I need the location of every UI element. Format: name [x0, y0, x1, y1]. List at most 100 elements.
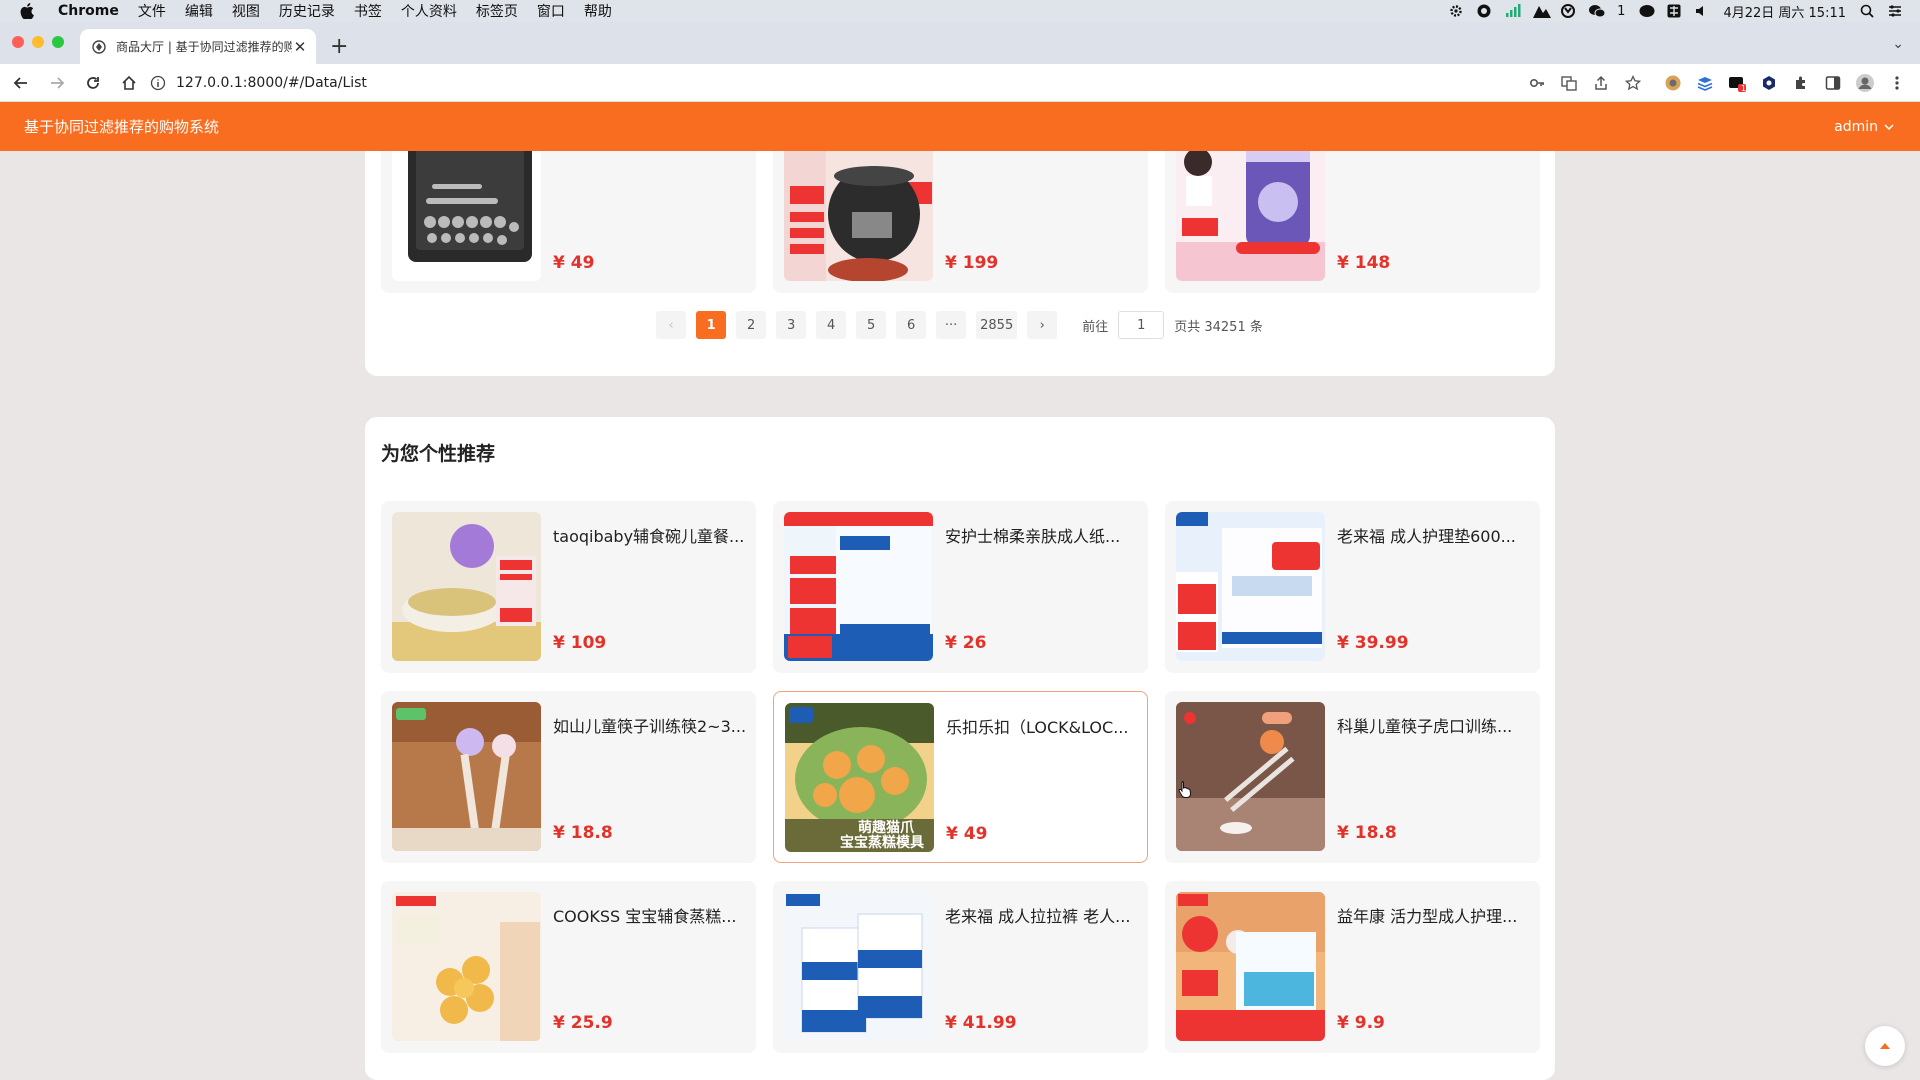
url-text[interactable]: 127.0.0.1:8000/#/Data/List: [176, 75, 367, 91]
recommend-card[interactable]: 老来福 成人拉拉裤 老人... ¥ 41.99: [773, 881, 1148, 1053]
input-method-icon[interactable]: [1667, 4, 1681, 18]
product-image[interactable]: [1176, 892, 1325, 1041]
side-panel-icon[interactable]: [1822, 72, 1844, 94]
product-image[interactable]: [784, 512, 933, 661]
product-name[interactable]: COOKSS 宝宝辅食蒸糕...: [553, 903, 748, 927]
recommend-card[interactable]: 安护士棉柔亲肤成人纸... ¥ 26: [773, 501, 1148, 673]
forward-icon[interactable]: [42, 68, 72, 98]
browser-tab[interactable]: 商品大厅 | 基于协同过滤推荐的购物系统 ✕: [80, 29, 316, 64]
product-name[interactable]: 如山儿童筷子训练筷2~3...: [553, 713, 748, 737]
menu-profiles[interactable]: 个人资料: [401, 1, 457, 21]
key-icon[interactable]: [1526, 72, 1548, 94]
product-image[interactable]: 萌趣猫爪 宝宝蒸糕模具: [785, 703, 934, 852]
product-name[interactable]: 益年康 活力型成人护理...: [1337, 903, 1532, 927]
spotlight-search-icon[interactable]: [1860, 4, 1874, 18]
recommend-card[interactable]: COOKSS 宝宝辅食蒸糕... ¥ 25.9: [381, 881, 756, 1053]
address-bar[interactable]: 127.0.0.1:8000/#/Data/List: [142, 68, 1802, 98]
product-image[interactable]: [1176, 151, 1325, 281]
menu-bookmarks[interactable]: 书签: [354, 1, 382, 21]
extensions-puzzle-icon[interactable]: [1790, 72, 1812, 94]
signal-icon[interactable]: [1505, 4, 1521, 18]
gear-icon[interactable]: [1449, 4, 1463, 18]
user-menu[interactable]: admin: [1834, 102, 1894, 151]
pagination-page-2[interactable]: 2: [736, 311, 767, 339]
recommend-card[interactable]: 益年康 活力型成人护理... ¥ 9.9: [1165, 881, 1540, 1053]
pagination-next-button[interactable]: ›: [1027, 311, 1058, 339]
product-price: ¥ 18.8: [553, 823, 613, 843]
product-name[interactable]: taoqibaby辅食碗儿童餐...: [553, 523, 748, 547]
browser-menu-icon[interactable]: [1886, 72, 1908, 94]
wechat-icon[interactable]: [1589, 4, 1606, 18]
recommend-card[interactable]: taoqibaby辅食碗儿童餐... ¥ 109: [381, 501, 756, 673]
pagination-goto-input[interactable]: [1118, 311, 1165, 339]
mountain-icon[interactable]: [1533, 4, 1552, 18]
zoom-window-button[interactable]: [52, 36, 64, 48]
back-to-top-button[interactable]: [1865, 1026, 1905, 1066]
page-content: ¥ 49 ¥ 199 ¥ 148 ‹ 1 2 3 4 5 6 ··· 2855 …: [0, 151, 1920, 1080]
extension-layers-icon[interactable]: [1694, 72, 1716, 94]
chevron-down-icon[interactable]: [1884, 119, 1894, 135]
product-card[interactable]: ¥ 148: [1165, 151, 1540, 293]
product-price: ¥ 39.99: [1337, 633, 1409, 653]
control-center-icon[interactable]: [1888, 4, 1902, 18]
chat-icon[interactable]: [1639, 4, 1655, 18]
menu-app-name[interactable]: Chrome: [58, 3, 119, 19]
product-image[interactable]: [392, 892, 541, 1041]
product-image[interactable]: [1176, 512, 1325, 661]
home-icon[interactable]: [114, 68, 144, 98]
pagination-page-1[interactable]: 1: [696, 311, 727, 339]
shield-app-icon[interactable]: [1561, 4, 1576, 18]
translate-icon[interactable]: [1558, 72, 1580, 94]
volume-icon[interactable]: [1695, 4, 1709, 18]
site-info-icon[interactable]: [150, 75, 166, 91]
pagination-page-5[interactable]: 5: [856, 311, 887, 339]
minimize-window-button[interactable]: [32, 36, 44, 48]
product-card[interactable]: ¥ 49: [381, 151, 756, 293]
product-image[interactable]: [784, 151, 933, 281]
pagination-page-4[interactable]: 4: [816, 311, 847, 339]
apple-menu-icon[interactable]: [20, 3, 36, 20]
profile-avatar-icon[interactable]: [1854, 72, 1876, 94]
product-image[interactable]: [784, 892, 933, 1041]
pagination-more-button[interactable]: ···: [936, 311, 967, 339]
menu-tab[interactable]: 标签页: [476, 1, 518, 21]
menu-edit[interactable]: 编辑: [185, 1, 213, 21]
recommend-card[interactable]: 萌趣猫爪 宝宝蒸糕模具 乐扣乐扣（LOCK&LOC... ¥ 49: [773, 691, 1148, 863]
recommend-card[interactable]: 如山儿童筷子训练筷2~3... ¥ 18.8: [381, 691, 756, 863]
product-image[interactable]: [1176, 702, 1325, 851]
extension-hex-icon[interactable]: [1758, 72, 1780, 94]
reload-icon[interactable]: [78, 68, 108, 98]
product-name[interactable]: 乐扣乐扣（LOCK&LOC...: [946, 714, 1141, 738]
close-window-button[interactable]: [12, 36, 24, 48]
extension-cookie-icon[interactable]: [1662, 72, 1684, 94]
menu-history[interactable]: 历史记录: [279, 1, 335, 21]
menu-file[interactable]: 文件: [138, 1, 166, 21]
recommend-card[interactable]: 老来福 成人护理垫600... ¥ 39.99: [1165, 501, 1540, 673]
back-icon[interactable]: [6, 68, 36, 98]
product-image[interactable]: [392, 151, 541, 281]
app-title[interactable]: 基于协同过滤推荐的购物系统: [24, 116, 219, 137]
product-image[interactable]: [392, 512, 541, 661]
recommend-card[interactable]: 科巢儿童筷子虎口训练... ¥ 18.8: [1165, 691, 1540, 863]
menu-help[interactable]: 帮助: [584, 1, 612, 21]
product-card[interactable]: ¥ 199: [773, 151, 1148, 293]
tab-search-chevron-icon[interactable]: ⌄: [1892, 36, 1904, 52]
record-icon[interactable]: [1477, 4, 1491, 18]
share-icon[interactable]: [1590, 72, 1612, 94]
product-name[interactable]: 老来福 成人拉拉裤 老人...: [945, 903, 1140, 927]
close-tab-icon[interactable]: ✕: [292, 38, 308, 56]
product-name[interactable]: 老来福 成人护理垫600...: [1337, 523, 1532, 547]
product-name[interactable]: 科巢儿童筷子虎口训练...: [1337, 713, 1532, 737]
pagination-prev-button[interactable]: ‹: [656, 311, 687, 339]
pagination-page-3[interactable]: 3: [776, 311, 807, 339]
pagination-page-6[interactable]: 6: [896, 311, 927, 339]
menu-view[interactable]: 视图: [232, 1, 260, 21]
product-name[interactable]: 安护士棉柔亲肤成人纸...: [945, 523, 1140, 547]
menu-window[interactable]: 窗口: [537, 1, 565, 21]
menubar-datetime[interactable]: 4月22日 周六 15:11: [1723, 2, 1846, 21]
new-tab-icon[interactable]: +: [330, 34, 348, 59]
pagination-page-last[interactable]: 2855: [976, 311, 1018, 339]
user-name[interactable]: admin: [1834, 119, 1878, 135]
product-image[interactable]: [392, 702, 541, 851]
bookmark-star-icon[interactable]: [1622, 72, 1644, 94]
